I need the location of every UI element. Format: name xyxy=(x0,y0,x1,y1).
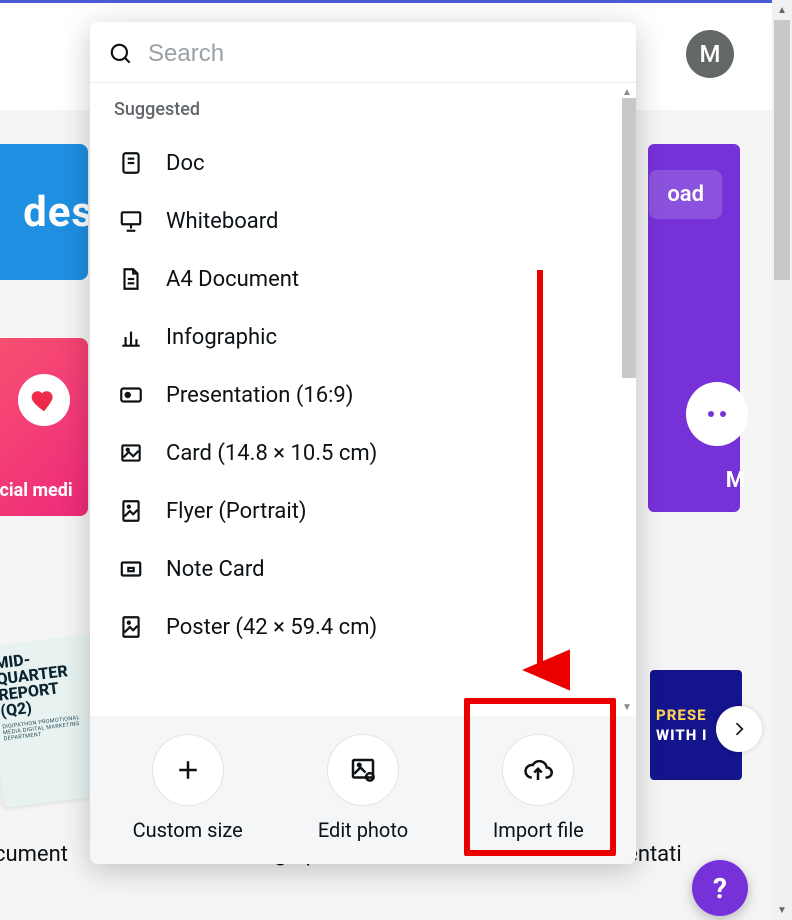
action-strip: Custom size Edit photo Import file xyxy=(90,716,636,864)
help-button[interactable]: ? xyxy=(692,860,748,916)
custom-size-button[interactable]: Custom size xyxy=(113,734,263,842)
doc-icon xyxy=(116,148,146,178)
suggestion-list-area: Suggested Doc Whiteboard xyxy=(90,83,636,716)
item-label: Poster (42 × 59.4 cm) xyxy=(166,615,377,640)
item-label: Card (14.8 × 10.5 cm) xyxy=(166,441,377,466)
panel-scroll-thumb[interactable] xyxy=(622,98,636,378)
thumbnail-label-document: cument xyxy=(0,842,68,867)
action-label: Custom size xyxy=(133,818,243,842)
item-note-card[interactable]: Note Card xyxy=(110,540,614,598)
document-thumbnail[interactable]: MID- QUARTER REPORT (Q2) DIGIPATHON PROM… xyxy=(0,628,88,808)
item-label: Note Card xyxy=(166,557,265,582)
infographic-icon xyxy=(116,322,146,352)
dots-icon xyxy=(708,411,726,417)
item-presentation[interactable]: Presentation (16:9) xyxy=(110,366,614,424)
action-label: Import file xyxy=(493,818,584,842)
scroll-down-icon[interactable]: ▼ xyxy=(618,698,636,716)
presentation-icon xyxy=(116,380,146,410)
search-icon xyxy=(108,41,134,67)
more-button[interactable] xyxy=(686,382,748,446)
topbar-accent xyxy=(0,0,772,3)
item-label: Doc xyxy=(166,151,205,176)
item-doc[interactable]: Doc xyxy=(110,134,614,192)
card-icon xyxy=(116,438,146,468)
plus-icon xyxy=(173,755,203,785)
create-dropdown: Suggested Doc Whiteboard xyxy=(90,22,636,864)
item-label: Flyer (Portrait) xyxy=(166,499,307,524)
section-suggested: Suggested xyxy=(114,99,610,120)
item-a4-document[interactable]: A4 Document xyxy=(110,250,614,308)
browser-scroll-down-icon[interactable]: ▼ xyxy=(772,900,792,920)
whiteboard-icon xyxy=(116,206,146,236)
browser-scroll-up-icon[interactable]: ▲ xyxy=(772,0,792,20)
import-file-button[interactable]: Import file xyxy=(463,734,613,842)
browser-scrollbar[interactable]: ▲ ▼ xyxy=(772,0,792,920)
social-media-label: ocial medi xyxy=(0,480,73,501)
item-infographic[interactable]: Infographic xyxy=(110,308,614,366)
item-poster[interactable]: Poster (42 × 59.4 cm) xyxy=(110,598,614,656)
item-label: Infographic xyxy=(166,325,277,350)
avatar-initial: M xyxy=(700,40,721,68)
more-label: M xyxy=(726,468,745,493)
avatar[interactable]: M xyxy=(686,30,734,78)
a4-icon xyxy=(116,264,146,294)
chevron-right-icon xyxy=(729,719,749,739)
upload-button[interactable]: oad xyxy=(649,170,722,219)
item-label: Presentation (16:9) xyxy=(166,383,353,408)
edit-photo-button[interactable]: Edit photo xyxy=(288,734,438,842)
flyer-icon xyxy=(116,496,146,526)
cloud-upload-icon xyxy=(523,755,553,785)
peek-blue-card[interactable]: des xyxy=(0,144,88,280)
social-media-card[interactable]: ocial medi xyxy=(0,338,88,516)
search-row xyxy=(90,22,636,82)
help-label: ? xyxy=(713,872,727,905)
heart-icon xyxy=(18,374,70,426)
note-card-icon xyxy=(116,554,146,584)
item-label: Whiteboard xyxy=(166,209,278,234)
browser-scroll-thumb[interactable] xyxy=(774,20,790,280)
action-label: Edit photo xyxy=(318,818,408,842)
item-card[interactable]: Card (14.8 × 10.5 cm) xyxy=(110,424,614,482)
item-whiteboard[interactable]: Whiteboard xyxy=(110,192,614,250)
panel-scrollbar[interactable]: ▲ ▼ xyxy=(618,83,636,716)
search-input[interactable] xyxy=(148,40,618,68)
carousel-next-button[interactable] xyxy=(716,706,762,752)
item-label: A4 Document xyxy=(166,267,299,292)
item-flyer[interactable]: Flyer (Portrait) xyxy=(110,482,614,540)
poster-icon xyxy=(116,612,146,642)
edit-photo-icon xyxy=(348,755,378,785)
